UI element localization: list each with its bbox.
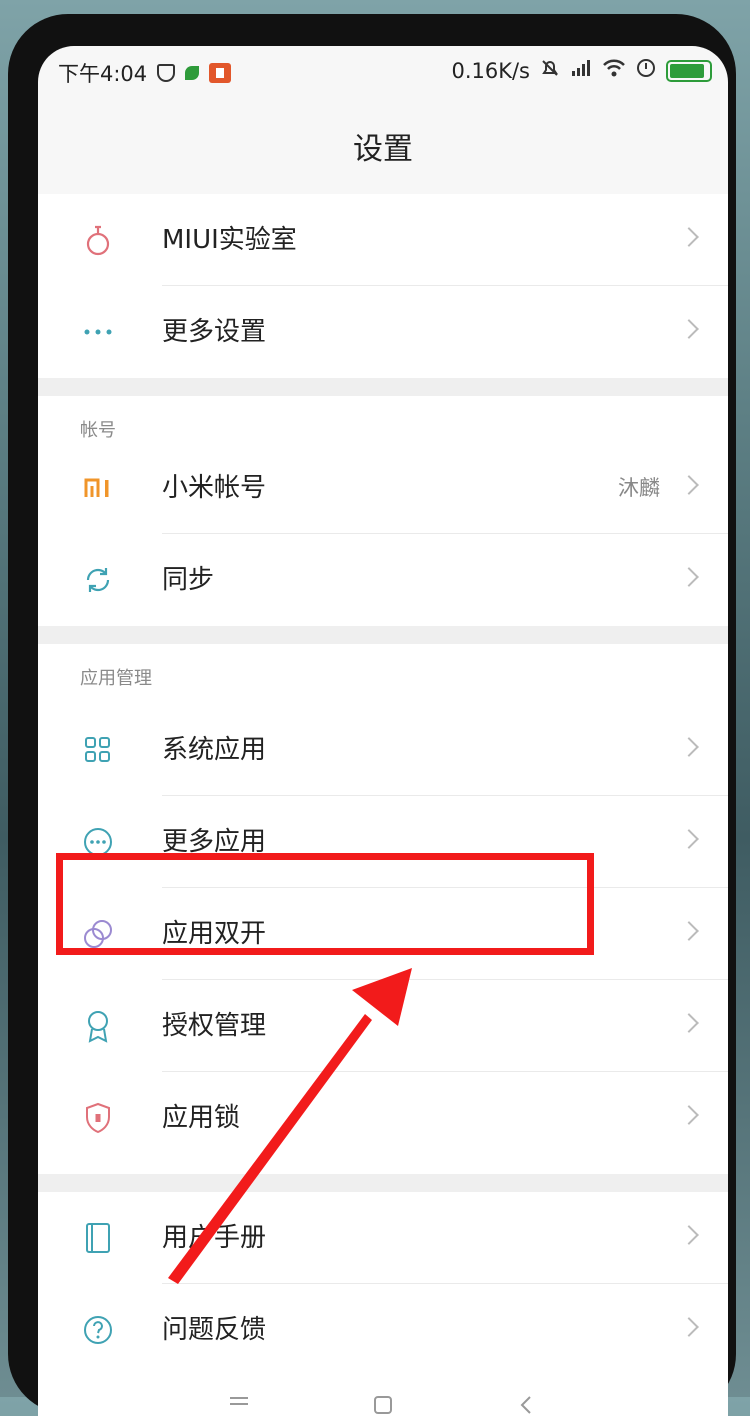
annotation-arrow <box>168 968 412 1284</box>
back-nav-button[interactable] <box>518 1394 534 1416</box>
home-nav-button[interactable] <box>372 1394 394 1416</box>
